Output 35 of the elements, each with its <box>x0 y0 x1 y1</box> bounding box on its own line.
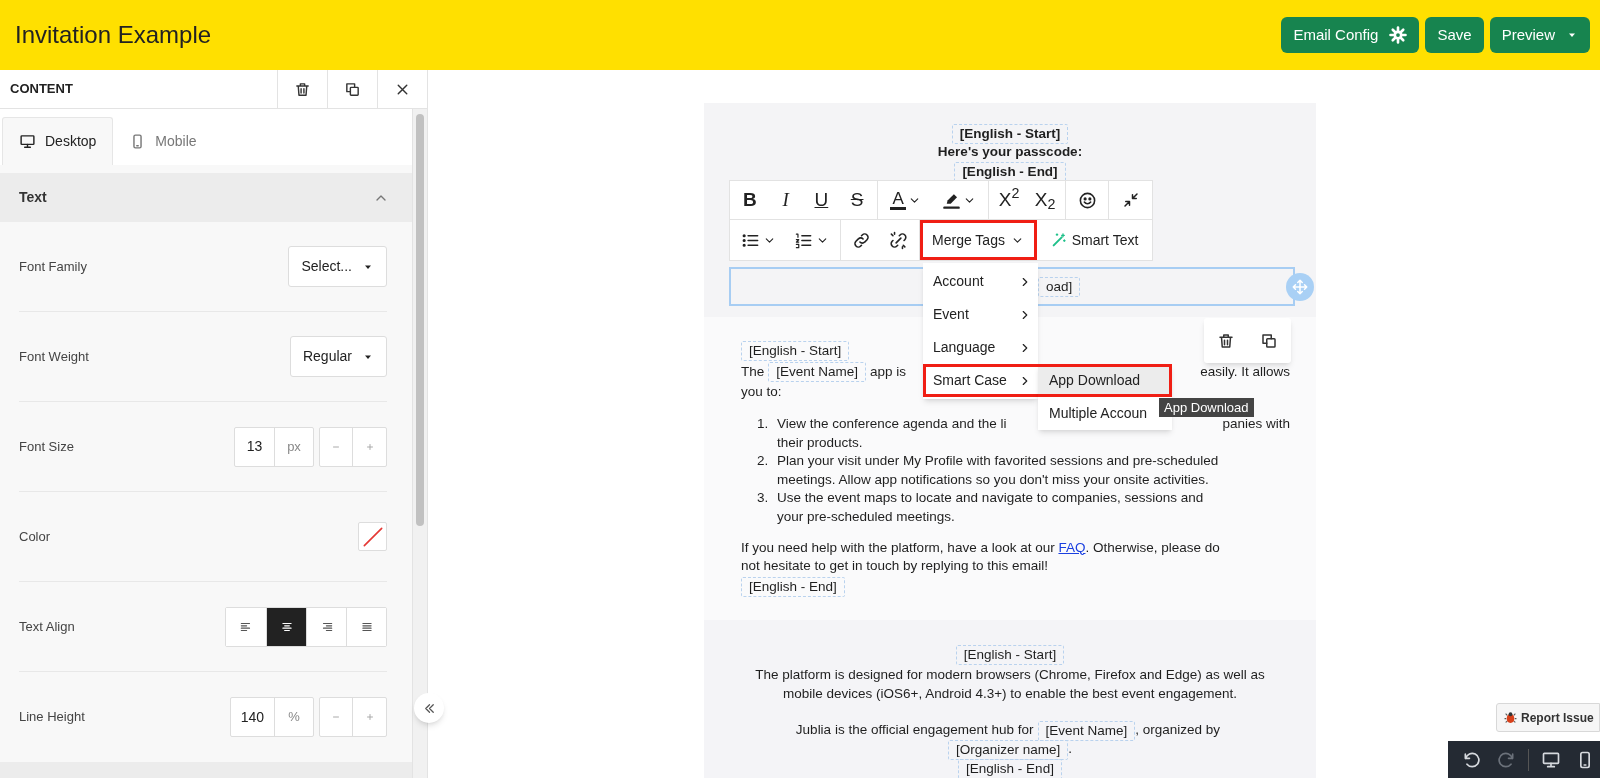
merge-tag: [English - Start] <box>955 645 1065 665</box>
merge-tag: [Event Name] <box>1037 720 1136 741</box>
tooltip: App Download <box>1159 398 1254 417</box>
field-label: Font Size <box>19 437 74 456</box>
merge-tag: [English - End] <box>741 576 845 597</box>
list-number: 2. <box>756 452 770 471</box>
body-text: you to: <box>741 382 782 401</box>
field-label: Font Weight <box>19 347 89 366</box>
body-text: , organized by <box>1135 721 1221 740</box>
panel-title: CONTENT <box>9 80 74 99</box>
list-item-text: Plan your visit under My Profile with favorited sessions and pre-scheduled meetings. Allow app notifications so you don't miss your onsite activities. <box>777 452 1220 489</box>
list-number: 3. <box>756 489 770 508</box>
body-text: Jublia is the official engagement hub for <box>795 721 1034 740</box>
list-number: 1. <box>756 415 770 433</box>
body-text: The platform is designed for modern browsers (Chrome, Firefox and Edge) as well as mobile devices (iOS6+, Android 4.3+) to enable the best event engagement. <box>755 666 1265 703</box>
list-item-text: Use the event maps to locate and navigate to companies, sessions and your pre-scheduled meetings. <box>777 489 1205 526</box>
merge-tag: [Event Name] <box>768 362 867 382</box>
body-text: View the conference agenda and the li <box>777 415 1007 433</box>
body-text: If you need help with the platform, have a look at our FAQ. Otherwise, please do not hesitate to get in touch by replying to this email! <box>741 538 1221 576</box>
field-label: Line Height <box>19 708 85 727</box>
body-text: app is <box>870 362 907 381</box>
merge-tag: [Organizer name] <box>947 739 1069 760</box>
field-label: Text Align <box>19 617 75 636</box>
app-title: Invitation Example <box>15 20 212 50</box>
body-text: . <box>1068 740 1073 759</box>
field-label: Font Family <box>19 257 87 276</box>
body-text: panies with <box>1222 415 1290 433</box>
merge-tag: [English - Start] <box>951 123 1069 144</box>
body-text: their products. <box>777 433 863 452</box>
heading-text: Here's your passcode: <box>937 143 1083 162</box>
body-text: easily. It allows <box>1200 362 1290 381</box>
merge-tag: [English - Start] <box>741 341 850 361</box>
merge-tag: [English - End] <box>958 759 1062 778</box>
body-text: The <box>741 362 765 381</box>
field-label: Color <box>19 527 51 546</box>
